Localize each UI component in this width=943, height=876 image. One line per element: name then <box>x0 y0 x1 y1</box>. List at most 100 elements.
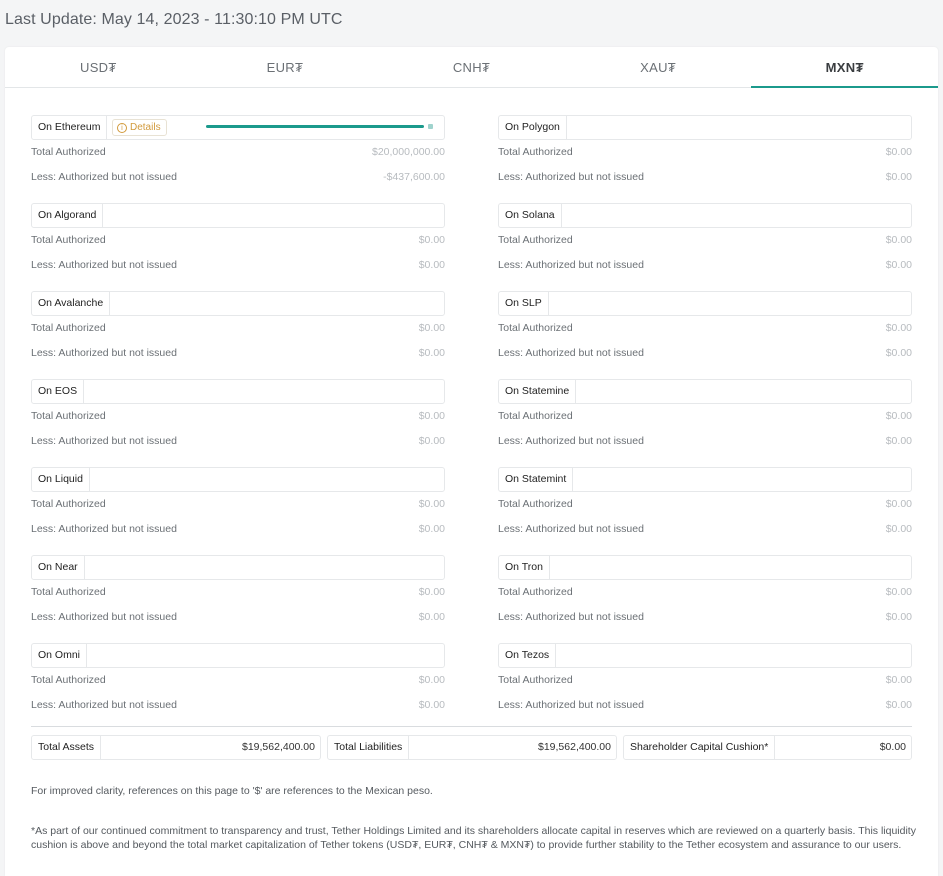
not-issued-row: Less: Authorized but not issued $0.00 <box>31 341 445 366</box>
total-assets-value: $19,562,400.00 <box>242 741 315 753</box>
total-authorized-row: Total Authorized $0.00 <box>498 316 912 341</box>
total-authorized-value: $0.00 <box>418 498 445 510</box>
not-issued-label: Less: Authorized but not issued <box>31 611 177 623</box>
capital-cushion-box: Shareholder Capital Cushion* $0.00 <box>623 735 912 760</box>
not-issued-row: Less: Authorized but not issued $0.00 <box>31 517 445 542</box>
chain-block-algorand: On Algorand Total Authorized $0.00 Less:… <box>31 203 445 291</box>
total-authorized-value: $0.00 <box>885 322 912 334</box>
total-authorized-label: Total Authorized <box>31 322 106 334</box>
total-authorized-value: $0.00 <box>885 234 912 246</box>
total-authorized-row: Total Authorized $0.00 <box>31 668 445 693</box>
chain-name: On Near <box>32 556 85 579</box>
not-issued-row: Less: Authorized but not issued $0.00 <box>31 693 445 718</box>
chains-right-column: On Polygon Total Authorized $0.00 Less: … <box>498 115 912 731</box>
total-authorized-row: Total Authorized $0.00 <box>498 668 912 693</box>
not-issued-row: Less: Authorized but not issued $0.00 <box>498 253 912 278</box>
not-issued-label: Less: Authorized but not issued <box>31 699 177 711</box>
details-button[interactable]: i Details <box>112 119 167 136</box>
not-issued-row: Less: Authorized but not issued $0.00 <box>498 517 912 542</box>
total-liabilities-label: Total Liabilities <box>328 736 410 759</box>
not-issued-row: Less: Authorized but not issued -$437,60… <box>31 165 445 190</box>
currency-tabs: USD₮ EUR₮ CNH₮ XAU₮ MXN₮ <box>5 47 938 88</box>
not-issued-row: Less: Authorized but not issued $0.00 <box>31 253 445 278</box>
total-authorized-row: Total Authorized $0.00 <box>31 404 445 429</box>
chains-left-column: On Ethereum i Details Total Authorized $… <box>31 115 445 731</box>
total-authorized-label: Total Authorized <box>31 586 106 598</box>
not-issued-value: $0.00 <box>418 259 445 271</box>
chain-header: On Omni <box>31 643 445 668</box>
not-issued-value: $0.00 <box>885 699 912 711</box>
not-issued-label: Less: Authorized but not issued <box>498 611 644 623</box>
not-issued-value: $0.00 <box>885 435 912 447</box>
tab-xaut[interactable]: XAU₮ <box>565 47 752 87</box>
chain-header: On EOS <box>31 379 445 404</box>
chain-block-liquid: On Liquid Total Authorized $0.00 Less: A… <box>31 467 445 555</box>
tab-usdt[interactable]: USD₮ <box>5 47 192 87</box>
chain-block-eos: On EOS Total Authorized $0.00 Less: Auth… <box>31 379 445 467</box>
not-issued-label: Less: Authorized but not issued <box>31 523 177 535</box>
total-liabilities-box: Total Liabilities $19,562,400.00 <box>327 735 617 760</box>
total-authorized-value: $0.00 <box>885 146 912 158</box>
not-issued-label: Less: Authorized but not issued <box>498 171 644 183</box>
total-authorized-row: Total Authorized $0.00 <box>498 404 912 429</box>
not-issued-label: Less: Authorized but not issued <box>498 259 644 271</box>
total-authorized-label: Total Authorized <box>498 674 573 686</box>
total-authorized-value: $0.00 <box>885 674 912 686</box>
total-authorized-label: Total Authorized <box>31 146 106 158</box>
not-issued-row: Less: Authorized but not issued $0.00 <box>31 605 445 630</box>
chain-header: On Near <box>31 555 445 580</box>
total-authorized-row: Total Authorized $0.00 <box>498 580 912 605</box>
total-authorized-value: $0.00 <box>418 322 445 334</box>
chain-name: On Tezos <box>499 644 557 667</box>
not-issued-row: Less: Authorized but not issued $0.00 <box>498 165 912 190</box>
chain-block-omni: On Omni Total Authorized $0.00 Less: Aut… <box>31 643 445 731</box>
total-assets-label: Total Assets <box>32 736 102 759</box>
chain-block-statemint: On Statemint Total Authorized $0.00 Less… <box>498 467 912 555</box>
total-authorized-row: Total Authorized $0.00 <box>31 316 445 341</box>
not-issued-row: Less: Authorized but not issued $0.00 <box>498 693 912 718</box>
total-authorized-label: Total Authorized <box>31 234 106 246</box>
chain-name: On Solana <box>499 204 562 227</box>
issued-progress-bar <box>206 125 424 128</box>
chain-name: On Statemint <box>499 468 574 491</box>
not-issued-value: $0.00 <box>418 435 445 447</box>
tab-cnht[interactable]: CNH₮ <box>378 47 565 87</box>
total-authorized-value: $0.00 <box>885 410 912 422</box>
total-authorized-value: $20,000,000.00 <box>372 146 445 158</box>
not-issued-value: -$437,600.00 <box>383 171 445 183</box>
chain-header: On Statemint <box>498 467 912 492</box>
total-authorized-row: Total Authorized $0.00 <box>31 492 445 517</box>
chain-header: On Tezos <box>498 643 912 668</box>
not-issued-label: Less: Authorized but not issued <box>498 699 644 711</box>
not-issued-value: $0.00 <box>885 259 912 271</box>
not-issued-row: Less: Authorized but not issued $0.00 <box>498 605 912 630</box>
total-authorized-value: $0.00 <box>418 410 445 422</box>
capital-cushion-value: $0.00 <box>879 741 906 753</box>
total-authorized-label: Total Authorized <box>498 410 573 422</box>
total-authorized-row: Total Authorized $0.00 <box>498 492 912 517</box>
total-authorized-label: Total Authorized <box>31 674 106 686</box>
chain-name: On Algorand <box>32 204 104 227</box>
chain-block-tron: On Tron Total Authorized $0.00 Less: Aut… <box>498 555 912 643</box>
not-issued-value: $0.00 <box>885 611 912 623</box>
total-authorized-label: Total Authorized <box>498 234 573 246</box>
chain-block-slp: On SLP Total Authorized $0.00 Less: Auth… <box>498 291 912 379</box>
chain-name: On Ethereum <box>32 116 108 139</box>
not-issued-label: Less: Authorized but not issued <box>31 171 177 183</box>
chain-header: On Tron <box>498 555 912 580</box>
chain-block-near: On Near Total Authorized $0.00 Less: Aut… <box>31 555 445 643</box>
not-issued-label: Less: Authorized but not issued <box>31 347 177 359</box>
not-issued-label: Less: Authorized but not issued <box>31 435 177 447</box>
total-authorized-label: Total Authorized <box>498 322 573 334</box>
total-assets-box: Total Assets $19,562,400.00 <box>31 735 321 760</box>
chain-header: On Polygon <box>498 115 912 140</box>
tab-mxnt[interactable]: MXN₮ <box>751 47 938 88</box>
info-icon: i <box>117 122 127 133</box>
total-authorized-label: Total Authorized <box>31 498 106 510</box>
tab-eurt[interactable]: EUR₮ <box>192 47 379 87</box>
not-issued-value: $0.00 <box>885 347 912 359</box>
total-authorized-value: $0.00 <box>418 234 445 246</box>
chain-name: On EOS <box>32 380 85 403</box>
chain-name: On Liquid <box>32 468 90 491</box>
chain-header: On SLP <box>498 291 912 316</box>
